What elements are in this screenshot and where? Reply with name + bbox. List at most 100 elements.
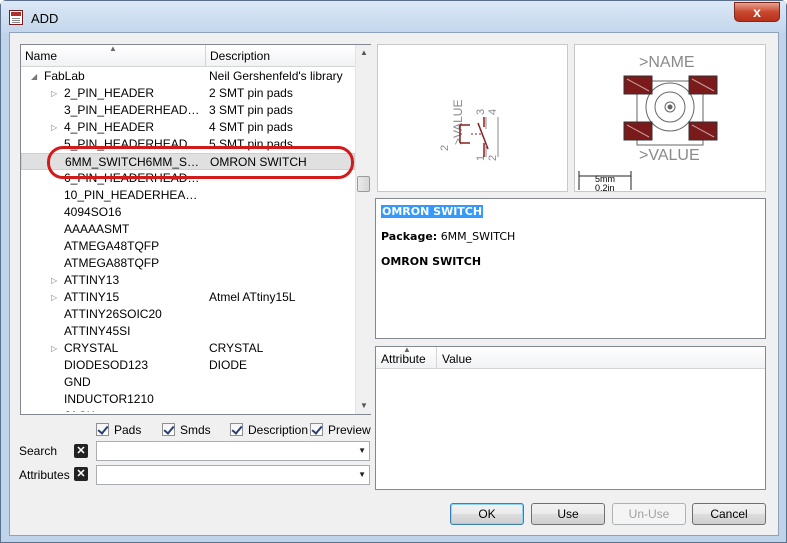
- column-header-name[interactable]: Name: [25, 49, 57, 63]
- dropdown-arrow-icon[interactable]: ▼: [358, 470, 366, 479]
- scrollbar-thumb[interactable]: [357, 176, 370, 192]
- package-value-label: >VALUE: [639, 147, 700, 164]
- tree-row-description: Atmel ATtiny15L: [209, 290, 296, 304]
- scroll-up-arrow-icon[interactable]: ▲: [356, 45, 372, 61]
- column-header-attribute[interactable]: Attribute: [381, 352, 426, 366]
- tree-vertical-scrollbar[interactable]: ▲ ▼: [355, 45, 371, 414]
- smds-checkbox[interactable]: Smds: [162, 423, 211, 437]
- device-info-panel: OMRON SWITCH Package: 6MM_SWITCH OMRON S…: [375, 198, 766, 339]
- close-button[interactable]: x: [734, 2, 780, 22]
- package-value: 6MM_SWITCH: [440, 230, 516, 243]
- tree-row[interactable]: ▷ 2_PIN_HEADER 2 SMT pin pads: [21, 85, 355, 102]
- ok-button[interactable]: OK: [450, 503, 524, 525]
- checkbox-checked-icon: [310, 423, 323, 436]
- pads-checkbox[interactable]: Pads: [96, 423, 141, 437]
- clear-search-icon[interactable]: ✕: [74, 444, 88, 458]
- cancel-button[interactable]: Cancel: [692, 503, 766, 525]
- scroll-down-arrow-icon[interactable]: ▼: [356, 398, 372, 414]
- tree-row-name: ATTINY13: [64, 273, 120, 287]
- description-checkbox[interactable]: Description: [230, 423, 308, 437]
- symbol-preview: >VALUE 3 4 2 1 2: [377, 44, 568, 192]
- tree-rows: ◢ FabLab Neil Gershenfeld's library ▷ 2_PIN_…: [21, 67, 355, 412]
- tree-row[interactable]: INDUCTOR1210: [21, 391, 355, 408]
- tree-row-description: 4 SMT pin pads: [209, 120, 293, 134]
- collapsed-arrow-icon[interactable]: ▷: [51, 119, 57, 136]
- column-header-value[interactable]: Value: [442, 352, 472, 366]
- smds-label: Smds: [180, 423, 211, 437]
- tree-row[interactable]: GND: [21, 374, 355, 391]
- tree-row[interactable]: 10_PIN_HEADERHEADER: [21, 187, 355, 204]
- tree-row-description: CRYSTAL: [209, 341, 264, 355]
- sort-ascending-icon: ▲: [109, 44, 117, 53]
- symbol-value-label: >VALUE: [451, 100, 465, 145]
- dropdown-arrow-icon[interactable]: ▼: [358, 446, 366, 455]
- tree-row-description: Neil Gershenfeld's library: [209, 69, 343, 83]
- collapsed-arrow-icon[interactable]: ▷: [51, 340, 57, 357]
- pin-label-2-right: 2: [487, 155, 499, 161]
- tree-row-description: 2 SMT pin pads: [209, 86, 293, 100]
- window-title: ADD: [31, 11, 59, 26]
- package-line: Package: 6MM_SWITCH: [381, 230, 515, 243]
- tree-row[interactable]: ATTINY45SI: [21, 323, 355, 340]
- tree-row[interactable]: ▷ 4_PIN_HEADER 4 SMT pin pads: [21, 119, 355, 136]
- use-button[interactable]: Use: [531, 503, 605, 525]
- tree-row-description: 3 SMT pin pads: [209, 103, 293, 117]
- column-header-description[interactable]: Description: [210, 49, 270, 63]
- tree-row[interactable]: AAAAASMT: [21, 221, 355, 238]
- library-tree[interactable]: Name ▲ Description ◢ FabLab Neil Gershenfe…: [20, 44, 371, 415]
- package-footprint-graphic: >NAME >VALUE 5mm 0.2in: [578, 54, 718, 193]
- checkbox-checked-icon: [96, 423, 109, 436]
- tree-row[interactable]: ATMEGA88TQFP: [21, 255, 355, 272]
- collapsed-arrow-icon[interactable]: ▷: [51, 289, 57, 306]
- tree-row-name: 4094SO16: [64, 205, 122, 219]
- preview-label: Preview: [328, 423, 371, 437]
- pin-label-3: 3: [475, 109, 487, 115]
- attributes-label: Attributes: [19, 468, 70, 482]
- tree-row-name: ATMEGA48TQFP: [64, 239, 160, 253]
- tree-row[interactable]: ▷ ATTINY13: [21, 272, 355, 289]
- tree-row-name: 3_PIN_HEADERHEADER: [64, 103, 204, 117]
- expanded-arrow-icon[interactable]: ◢: [31, 68, 37, 85]
- column-separator: [436, 347, 437, 369]
- tree-row-description: DIODE: [209, 358, 248, 372]
- tree-row-name: INDUCTOR1210: [64, 392, 154, 406]
- tree-row[interactable]: ▷ ATTINY15 Atmel ATtiny15L: [21, 289, 355, 306]
- tree-row[interactable]: ▷ JACK: [21, 408, 355, 412]
- preview-checkbox[interactable]: Preview: [310, 423, 371, 437]
- collapsed-arrow-icon[interactable]: ▷: [51, 85, 57, 102]
- search-combo[interactable]: ▼: [96, 441, 370, 461]
- app-icon: [9, 10, 23, 25]
- tree-row[interactable]: DIODESOD123 DIODE: [21, 357, 355, 374]
- package-preview: >NAME >VALUE 5mm 0.2in: [574, 44, 766, 193]
- checkbox-checked-icon: [162, 423, 175, 436]
- clear-attributes-icon[interactable]: ✕: [74, 467, 88, 481]
- column-separator: [205, 45, 206, 67]
- tree-row-name: 4_PIN_HEADER: [64, 120, 155, 134]
- search-label: Search: [19, 444, 58, 458]
- tree-row-name: ATMEGA88TQFP: [64, 256, 160, 270]
- attributes-table[interactable]: ▲ Attribute Value: [375, 345, 766, 490]
- pads-label: Pads: [114, 423, 142, 437]
- package-label: Package:: [381, 230, 438, 243]
- collapsed-arrow-icon[interactable]: ▷: [51, 408, 57, 412]
- unuse-button[interactable]: Un-Use: [612, 503, 686, 525]
- tree-row-name: AAAAASMT: [64, 222, 130, 236]
- tree-row[interactable]: ▷ CRYSTAL CRYSTAL: [21, 340, 355, 357]
- tree-row-name: DIODESOD123: [64, 358, 149, 372]
- pin-label-2-left: 2: [439, 145, 451, 151]
- attributes-combo[interactable]: ▼: [96, 465, 370, 485]
- tree-row[interactable]: 3_PIN_HEADERHEADER 3 SMT pin pads: [21, 102, 355, 119]
- tree-row[interactable]: ATTINY26SOIC20: [21, 306, 355, 323]
- info-description: OMRON SWITCH: [381, 255, 482, 268]
- pin-label-1: 1: [475, 155, 487, 161]
- description-label: Description: [248, 423, 309, 437]
- scale-in-label: 0.2in: [595, 183, 615, 191]
- tree-row[interactable]: ATMEGA48TQFP: [21, 238, 355, 255]
- tree-row[interactable]: 4094SO16: [21, 204, 355, 221]
- title-bar[interactable]: ADD x: [1, 1, 786, 33]
- tree-row-name: 2_PIN_HEADER: [64, 86, 155, 100]
- tree-row[interactable]: ◢ FabLab Neil Gershenfeld's library: [21, 68, 355, 85]
- collapsed-arrow-icon[interactable]: ▷: [51, 272, 57, 289]
- tree-row-name: GND: [64, 375, 91, 389]
- info-title: OMRON SWITCH: [381, 205, 484, 218]
